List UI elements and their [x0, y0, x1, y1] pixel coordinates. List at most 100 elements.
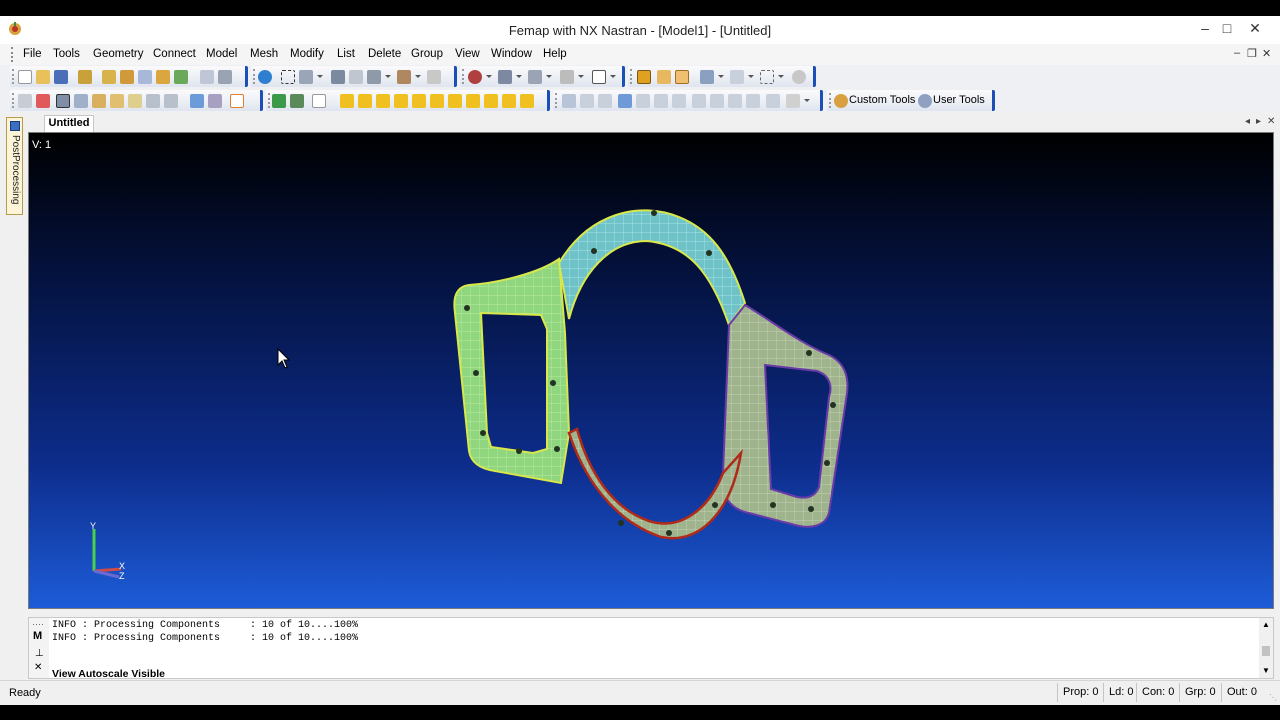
- view-style-icon[interactable]: [367, 70, 381, 84]
- toolbar-grip[interactable]: [555, 93, 557, 108]
- grid-dropdown-icon[interactable]: [748, 75, 754, 78]
- geometry-editing-icon[interactable]: [290, 94, 304, 108]
- view-right-icon[interactable]: [618, 94, 632, 108]
- view-reset-icon[interactable]: [766, 94, 780, 108]
- pick-icon[interactable]: [498, 70, 512, 84]
- view-bottom-icon[interactable]: [580, 94, 594, 108]
- copy-icon[interactable]: [200, 70, 214, 84]
- new-icon[interactable]: [18, 70, 32, 84]
- toolbar-grip[interactable]: [12, 93, 14, 108]
- graphics-viewport[interactable]: V: 1 Y X Z: [28, 132, 1274, 609]
- function-icon[interactable]: [376, 94, 390, 108]
- view-options-icon[interactable]: [786, 94, 800, 108]
- view-select-icon[interactable]: [592, 70, 606, 84]
- view-top-icon[interactable]: [562, 94, 576, 108]
- maximize-icon[interactable]: □: [1212, 18, 1242, 40]
- geometry-import-icon[interactable]: [156, 70, 170, 84]
- view-left-icon[interactable]: [598, 94, 612, 108]
- workplane-dropdown-icon[interactable]: [578, 75, 584, 78]
- mesh-control-icon[interactable]: [110, 94, 124, 108]
- toolbar-grip[interactable]: [12, 69, 14, 84]
- render-icon[interactable]: [56, 94, 70, 108]
- redraw-icon[interactable]: [427, 70, 441, 84]
- point-icon[interactable]: [448, 94, 462, 108]
- scroll-thumb[interactable]: [1262, 646, 1270, 656]
- load-icon[interactable]: [340, 94, 354, 108]
- zoom-icon[interactable]: [299, 70, 313, 84]
- messages-grip[interactable]: ····: [32, 619, 44, 629]
- cancel-icon[interactable]: [792, 70, 806, 84]
- zoom-dropdown-icon[interactable]: [317, 75, 323, 78]
- custom-tools-button[interactable]: Custom Tools: [849, 94, 915, 106]
- view-front-icon[interactable]: [636, 94, 650, 108]
- menu-mesh[interactable]: Mesh: [250, 48, 278, 60]
- scroll-down-icon[interactable]: ▼: [1262, 666, 1270, 675]
- filter-icon[interactable]: [397, 70, 411, 84]
- meshing-toolbox-icon[interactable]: [272, 94, 286, 108]
- messages-scrollbar[interactable]: ▲ ▼: [1259, 618, 1273, 678]
- query-icon[interactable]: [528, 70, 542, 84]
- snap-icon[interactable]: [468, 70, 482, 84]
- left-flange-component[interactable]: [453, 257, 571, 485]
- mdi-minimize-icon[interactable]: –: [1234, 47, 1240, 59]
- analyze-icon[interactable]: [138, 70, 152, 84]
- toggle-icon[interactable]: [700, 70, 714, 84]
- view-select-dropdown-icon[interactable]: [610, 75, 616, 78]
- user-tools-button[interactable]: User Tools: [933, 94, 985, 106]
- view-custom-icon[interactable]: [746, 94, 760, 108]
- entity-number-icon[interactable]: [312, 94, 326, 108]
- element-icon[interactable]: [430, 94, 444, 108]
- filter-dropdown-icon[interactable]: [415, 75, 421, 78]
- node-icon[interactable]: [412, 94, 426, 108]
- menu-view[interactable]: View: [455, 48, 480, 60]
- mesh-display-icon[interactable]: [74, 94, 88, 108]
- snap-dropdown-icon[interactable]: [486, 75, 492, 78]
- select-edge-icon[interactable]: [657, 70, 671, 84]
- constraint-icon[interactable]: [358, 94, 372, 108]
- export-icon[interactable]: [120, 70, 134, 84]
- mdi-close-icon[interactable]: ✕: [1262, 47, 1271, 60]
- tab-close-icon[interactable]: ✕: [1267, 116, 1275, 127]
- workplane-icon[interactable]: [560, 70, 574, 84]
- toolbar-grip[interactable]: [253, 69, 255, 84]
- menu-connect[interactable]: Connect: [153, 48, 196, 60]
- tab-next-icon[interactable]: ▸: [1256, 116, 1261, 127]
- delete-icon[interactable]: [36, 94, 50, 108]
- menu-delete[interactable]: Delete: [368, 48, 401, 60]
- pick-dropdown-icon[interactable]: [516, 75, 522, 78]
- user-tools-icon[interactable]: [918, 94, 932, 108]
- toolbar-grip[interactable]: [829, 93, 831, 108]
- mesh-approach-icon[interactable]: [128, 94, 142, 108]
- mesh-grid-icon[interactable]: [146, 94, 160, 108]
- view-style-dropdown-icon[interactable]: [385, 75, 391, 78]
- preferences-icon[interactable]: [78, 70, 92, 84]
- check-icon[interactable]: [230, 94, 244, 108]
- scroll-up-icon[interactable]: ▲: [1262, 620, 1270, 629]
- close-icon[interactable]: ✕: [1240, 18, 1270, 40]
- view-axon-icon[interactable]: [728, 94, 742, 108]
- menu-help[interactable]: Help: [543, 48, 567, 60]
- toolbar-grip[interactable]: [268, 93, 270, 108]
- view-dimetric-icon[interactable]: [692, 94, 706, 108]
- toolbar-grip[interactable]: [630, 69, 632, 84]
- postprocessing-side-tab[interactable]: PostProcessing: [6, 117, 23, 215]
- toggle-dropdown-icon[interactable]: [718, 75, 724, 78]
- view-options-dropdown-icon[interactable]: [804, 99, 810, 102]
- messages-icon[interactable]: M: [33, 630, 42, 642]
- data-table-icon[interactable]: [174, 70, 188, 84]
- pin-icon[interactable]: ⊥: [35, 648, 44, 659]
- layer-icon[interactable]: [208, 94, 222, 108]
- bottom-arc-component[interactable]: [567, 427, 743, 540]
- tab-untitled[interactable]: Untitled: [44, 115, 94, 132]
- messages-close-icon[interactable]: ✕: [34, 662, 42, 673]
- window-select-icon[interactable]: [760, 70, 774, 84]
- group-icon[interactable]: [190, 94, 204, 108]
- mesh-layer-icon[interactable]: [164, 94, 178, 108]
- view-back-icon[interactable]: [654, 94, 668, 108]
- view-trimetric-icon[interactable]: [710, 94, 724, 108]
- mesh-size-icon[interactable]: [92, 94, 106, 108]
- custom-tools-icon[interactable]: [834, 94, 848, 108]
- window-select-dropdown-icon[interactable]: [778, 75, 784, 78]
- model-info-icon[interactable]: [331, 70, 345, 84]
- select-surface-icon[interactable]: [637, 70, 651, 84]
